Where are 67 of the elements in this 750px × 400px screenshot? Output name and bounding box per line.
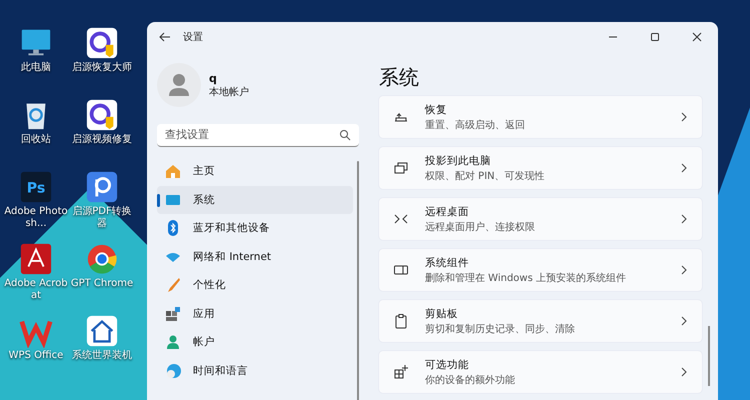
page-title: 系统 (379, 64, 420, 91)
card-title: 远程桌面 (425, 204, 470, 218)
card-description: 重置、高级启动、返回 (425, 118, 526, 132)
scrollbar[interactable] (357, 161, 359, 400)
search-icon[interactable] (339, 129, 351, 141)
account-type: 本地帐户 (209, 86, 249, 98)
chevron-right-icon (680, 213, 688, 225)
house-app-icon[interactable] (85, 314, 119, 348)
acrobat-app-icon[interactable] (19, 242, 53, 276)
nav-item[interactable]: 主页 (157, 157, 353, 186)
desktop-icon-label: 启源恢复大师 (72, 62, 132, 74)
desktop-icon-label: 回收站 (21, 134, 51, 146)
nav-item[interactable]: 系统 (157, 186, 353, 214)
back-arrow-icon[interactable] (159, 31, 171, 43)
clipboard-icon (393, 313, 409, 329)
home-icon (165, 163, 181, 180)
settings-card[interactable]: 投影到此电脑 权限、配对 PIN、可发现性 (379, 147, 702, 189)
card-description: 权限、配对 PIN、可发现性 (425, 170, 546, 182)
chrome-icon[interactable] (85, 242, 119, 276)
card-description: 删除和管理在 Windows 上预安装的系统组件 (425, 272, 627, 284)
desktop-icon-label: 系统世界装机 (72, 350, 132, 362)
settings-card[interactable]: 远程桌面 远程桌面用户、连接权限 (379, 198, 702, 240)
scrollbar[interactable] (708, 326, 710, 386)
card-description: 剪切和复制历史记录、同步、清除 (425, 322, 576, 336)
nav-item[interactable]: 个性化 (157, 271, 353, 300)
nav-item[interactable]: 帐户 (157, 328, 353, 356)
settings-card[interactable]: 系统组件 删除和管理在 Windows 上预安装的系统组件 (379, 249, 702, 291)
nav-item[interactable]: 网络和 Internet (157, 242, 353, 271)
bluetooth-icon (165, 220, 181, 236)
apps-icon (165, 306, 181, 322)
card-description: 远程桌面用户、连接权限 (425, 220, 536, 234)
desktop-icon-label: WPS Office (8, 350, 64, 362)
settings-card[interactable]: 可选功能 你的设备的额外功能 (379, 351, 702, 393)
window-title: 设置 (183, 30, 203, 44)
desktop-icon-label: GPT Chrome (70, 278, 134, 290)
card-title: 投影到此电脑 (425, 154, 492, 168)
account-name: q (209, 72, 218, 84)
nav-item[interactable]: 时间和语言 (157, 356, 353, 385)
chevron-right-icon (680, 111, 688, 123)
project-icon (393, 160, 409, 176)
card-title: 剪贴板 (425, 306, 459, 320)
search-field[interactable]: 查找设置 (157, 124, 359, 147)
card-title: 可选功能 (425, 358, 470, 372)
chevron-right-icon (680, 162, 688, 174)
chevron-right-icon (680, 264, 688, 276)
nav-item[interactable]: 蓝牙和其他设备 (157, 214, 353, 242)
ps-app-icon[interactable]: Ps (19, 170, 53, 204)
avatar-icon[interactable] (157, 63, 201, 107)
account-icon (165, 334, 181, 350)
desktop-icon-label: 启源视频修复 (72, 134, 132, 146)
card-description: 你的设备的额外功能 (425, 374, 516, 386)
desktop-icon-label: Adobe Acrobat (4, 278, 68, 301)
chevron-right-icon (680, 366, 688, 378)
card-title: 系统组件 (425, 256, 470, 270)
app-icon[interactable] (85, 26, 119, 60)
time-icon (165, 362, 181, 379)
chevron-right-icon (680, 315, 688, 327)
settings-card[interactable]: 剪贴板 剪切和复制历史记录、同步、清除 (379, 300, 702, 342)
brush-icon (165, 277, 181, 294)
optional-icon (393, 364, 409, 380)
card-title: 恢复 (425, 102, 448, 116)
app-icon[interactable] (85, 98, 119, 132)
settings-card[interactable]: 恢复 重置、高级启动、返回 (379, 96, 702, 138)
app-icon[interactable] (85, 170, 119, 204)
desktop-icon-label: Adobe Photosh... (4, 206, 68, 229)
nav-item[interactable]: 应用 (157, 300, 353, 328)
desktop-icon-label: 此电脑 (21, 62, 51, 74)
